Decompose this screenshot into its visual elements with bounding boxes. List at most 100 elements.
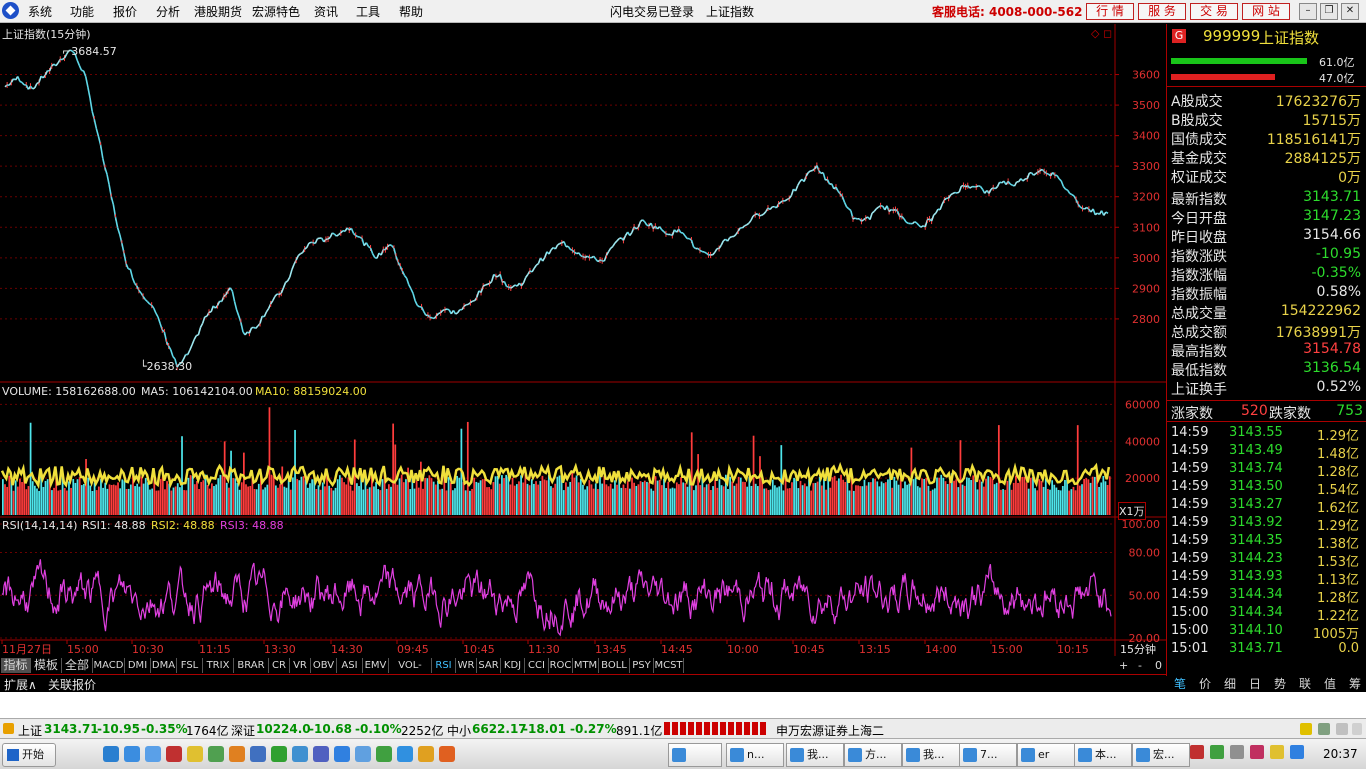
panel-tab[interactable]: 笔 xyxy=(1168,676,1192,692)
indicator-tab-roc[interactable]: ROC xyxy=(549,658,573,673)
volume-bar xyxy=(375,482,377,515)
tray-icon[interactable] xyxy=(1230,745,1244,759)
notice-icon[interactable] xyxy=(1300,723,1312,735)
menu-system[interactable]: 系统 xyxy=(28,3,52,20)
settings-icon[interactable] xyxy=(1336,723,1348,735)
indicator-tab-sar[interactable]: SAR xyxy=(477,658,501,673)
tray-icon[interactable] xyxy=(1250,745,1264,759)
quick-launch-icon[interactable] xyxy=(355,746,371,762)
quick-launch-icon[interactable] xyxy=(292,746,308,762)
menu-quote[interactable]: 报价 xyxy=(113,3,137,20)
sh-name[interactable]: 上证 xyxy=(18,722,42,739)
indicator-tab-rsi[interactable]: RSI xyxy=(432,658,456,673)
minimize-icon[interactable]: – xyxy=(1299,3,1317,20)
indicator-tab-wr[interactable]: WR xyxy=(456,658,477,673)
zx-name[interactable]: 中小 xyxy=(447,722,471,739)
menu-help[interactable]: 帮助 xyxy=(399,3,423,20)
taskbar-window-button[interactable]: n... xyxy=(726,743,784,767)
tab-trade-button[interactable]: 交 易 xyxy=(1190,3,1238,20)
indicator-tab-指标[interactable]: 指标 xyxy=(1,658,31,673)
indicator-tab-模板[interactable]: 模板 xyxy=(31,658,62,673)
taskbar-window-button[interactable]: 我... xyxy=(786,743,844,767)
indicator-tab-cci[interactable]: CCI xyxy=(525,658,549,673)
zoom-in-button[interactable]: + xyxy=(1119,659,1128,672)
quick-launch-icon[interactable] xyxy=(418,746,434,762)
zoom-reset-button[interactable]: 0 xyxy=(1155,659,1162,672)
panel-tab[interactable]: 值 xyxy=(1318,676,1342,692)
indicator-tab-dma[interactable]: DMA xyxy=(151,658,177,673)
indicator-tab-trix[interactable]: TRIX xyxy=(203,658,234,673)
restore-icon[interactable]: ❐ xyxy=(1320,3,1338,20)
period-label[interactable]: 15分钟 xyxy=(1120,641,1156,657)
indicator-tab-asi[interactable]: ASI xyxy=(337,658,363,673)
indicator-tab-macd[interactable]: MACD xyxy=(93,658,125,673)
taskbar-window-button[interactable]: 宏... xyxy=(1132,743,1190,767)
tray-icon[interactable] xyxy=(1190,745,1204,759)
taskbar-window-button[interactable]: 本... xyxy=(1074,743,1132,767)
close-icon[interactable]: ✕ xyxy=(1341,3,1359,20)
indicator-tab-vol-tdx[interactable]: VOL-TDX xyxy=(389,658,432,673)
indicator-tab-cr[interactable]: CR xyxy=(269,658,290,673)
panel-tab[interactable]: 联 xyxy=(1293,676,1317,692)
indicator-tab-psy[interactable]: PSY xyxy=(630,658,654,673)
indicator-tab-mtm[interactable]: MTM xyxy=(573,658,599,673)
indicator-tab-mcst[interactable]: MCST xyxy=(654,658,684,673)
quick-launch-icon[interactable] xyxy=(208,746,224,762)
tab-website-button[interactable]: 网 站 xyxy=(1242,3,1290,20)
volume-bar xyxy=(209,489,211,515)
tray-icon[interactable] xyxy=(1290,745,1304,759)
quick-launch-icon[interactable] xyxy=(145,746,161,762)
menu-news[interactable]: 资讯 xyxy=(314,3,338,20)
menu-analysis[interactable]: 分析 xyxy=(156,3,180,20)
taskbar-window-button[interactable]: 7... xyxy=(959,743,1017,767)
quick-launch-icon[interactable] xyxy=(250,746,266,762)
taskbar-window-button[interactable]: er xyxy=(1017,743,1075,767)
indicator-tab-全部[interactable]: 全部 xyxy=(62,658,93,673)
menu-hk-futures[interactable]: 港股期货 xyxy=(194,3,242,20)
quick-launch-icon[interactable] xyxy=(439,746,455,762)
zoom-out-button[interactable]: - xyxy=(1138,659,1142,672)
quick-launch-icon[interactable] xyxy=(313,746,329,762)
taskbar-window-button[interactable]: 方... xyxy=(844,743,902,767)
quick-launch-icon[interactable] xyxy=(187,746,203,762)
sz-name[interactable]: 深证 xyxy=(231,722,255,739)
panel-tab[interactable]: 日 xyxy=(1243,676,1267,692)
panel-tab[interactable]: 势 xyxy=(1268,676,1292,692)
quick-launch-icon[interactable] xyxy=(334,746,350,762)
quick-launch-icon[interactable] xyxy=(124,746,140,762)
taskbar-window-button[interactable]: 我... xyxy=(902,743,960,767)
quick-launch-icon[interactable] xyxy=(376,746,392,762)
thermometer-icon[interactable] xyxy=(1352,723,1362,735)
tab-service-button[interactable]: 服 务 xyxy=(1138,3,1186,20)
quick-launch-icon[interactable] xyxy=(397,746,413,762)
tray-icon[interactable] xyxy=(1270,745,1284,759)
quick-launch-icon[interactable] xyxy=(166,746,182,762)
panel-tab[interactable]: 价 xyxy=(1193,676,1217,692)
chart-corner-icons[interactable]: ◇ ◻ xyxy=(1091,27,1112,40)
menu-hongyuan[interactable]: 宏源特色 xyxy=(252,3,300,20)
tray-icon[interactable] xyxy=(1210,745,1224,759)
indicator-tab-dmi[interactable]: DMI xyxy=(125,658,151,673)
expand-tab[interactable]: 扩展∧ xyxy=(4,676,37,693)
taskbar-window-button[interactable] xyxy=(668,743,722,767)
start-button[interactable]: 开始 xyxy=(2,743,56,767)
indicator-tab-emv[interactable]: EMV xyxy=(363,658,389,673)
panel-tab[interactable]: 细 xyxy=(1218,676,1242,692)
quick-launch-icon[interactable] xyxy=(103,746,119,762)
related-quote-tab[interactable]: 关联报价 xyxy=(48,676,96,693)
quick-launch-icon[interactable] xyxy=(271,746,287,762)
menu-tools[interactable]: 工具 xyxy=(356,3,380,20)
menu-function[interactable]: 功能 xyxy=(70,3,94,20)
indicator-tab-brar[interactable]: BRAR xyxy=(234,658,269,673)
indicator-tab-obv[interactable]: OBV xyxy=(311,658,337,673)
g-icon[interactable]: G xyxy=(1172,29,1186,43)
indicator-tab-kdj[interactable]: KDJ xyxy=(501,658,525,673)
signal-icon[interactable] xyxy=(1318,723,1330,735)
indicator-tab-fsl[interactable]: FSL xyxy=(177,658,203,673)
panel-tab[interactable]: 筹 xyxy=(1343,676,1366,692)
indicator-tab-boll[interactable]: BOLL xyxy=(599,658,630,673)
tab-market-button[interactable]: 行 情 xyxy=(1086,3,1134,20)
chart-area[interactable]: 3600350034003300320031003000290028006000… xyxy=(0,24,1166,656)
indicator-tab-vr[interactable]: VR xyxy=(290,658,311,673)
quick-launch-icon[interactable] xyxy=(229,746,245,762)
